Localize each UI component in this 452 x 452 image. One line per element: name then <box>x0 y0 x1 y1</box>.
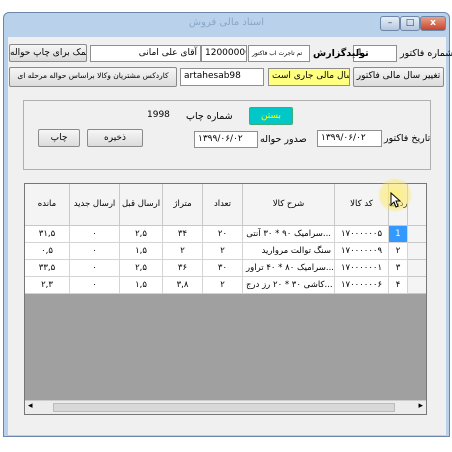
table-cell[interactable]: سرامیک ۸۰ * ۴۰ تراور... <box>243 260 335 277</box>
column-header-area[interactable]: متراژ <box>163 184 203 226</box>
issue-voucher-label: صدور حواله <box>260 134 307 145</box>
producer-label: تولیدگزارش <box>313 48 369 59</box>
table-cell[interactable]: ۱۷۰۰۰۰۰۰۶ <box>335 277 389 294</box>
table-cell[interactable]: ۲۰ <box>203 226 243 243</box>
horizontal-scrollbar[interactable]: ◂ ▸ <box>25 400 426 414</box>
table-cell[interactable]: ۳۶ <box>163 260 203 277</box>
invoice-details-panel: بستن شماره چاپ 1998 ذخیره چاپ تاریخ فاکت… <box>23 100 431 170</box>
current-year-status: سال مالی جاری است <box>268 68 350 86</box>
table-cell[interactable]: ۴ <box>389 277 408 294</box>
mouse-pointer-icon <box>390 192 402 208</box>
table-cell[interactable]: ۳۴ <box>163 226 203 243</box>
table-cell[interactable]: ۱۷۰۰۰۰۰۰۵ <box>335 226 389 243</box>
close-window-button[interactable]: x <box>420 16 446 31</box>
customer-cardex-button[interactable]: کاردکس مشتریان وکالا براساس حواله مرحله … <box>9 67 177 87</box>
row-selector[interactable] <box>408 260 426 277</box>
table-cell[interactable]: ۲ <box>163 243 203 260</box>
table-cell[interactable]: 1 <box>389 226 408 243</box>
table-cell[interactable]: ۲ <box>203 277 243 294</box>
issue-date-input[interactable]: ۱۳۹۹/۰۶/۰۲ <box>194 131 258 148</box>
column-header-quantity[interactable]: تعداد <box>203 184 243 226</box>
table-cell[interactable]: ۲,۳ <box>25 277 70 294</box>
table-cell[interactable]: ۰ <box>70 226 120 243</box>
minimize-button[interactable]: – <box>380 16 400 31</box>
table-cell[interactable]: ۲ <box>389 243 408 260</box>
table-cell[interactable]: ۰,۵ <box>25 243 70 260</box>
customer-code-input[interactable]: 120000001 <box>201 45 247 62</box>
invoice-date-label: تاریخ فاکتور <box>384 133 431 144</box>
table-cell[interactable]: ۱۷۰۰۰۰۰۰۹ <box>335 243 389 260</box>
row-selector[interactable] <box>408 243 426 260</box>
scroll-left-arrow-icon[interactable]: ◂ <box>28 401 33 411</box>
app-window: اسناد مالی فروش – □ x شماره فاکتور 1 تول… <box>3 12 452 437</box>
invoice-date-input[interactable]: ۱۳۹۹/۰۶/۰۲ <box>317 130 382 147</box>
save-button[interactable]: ذخیره <box>87 129 143 147</box>
table-cell[interactable]: ۳,۸ <box>163 277 203 294</box>
form-client-area: شماره فاکتور 1 تولیدگزارش تم تاجرت اب فا… <box>8 37 452 435</box>
table-cell[interactable]: ۳۳,۵ <box>25 260 70 277</box>
close-form-button[interactable]: بستن <box>249 107 293 125</box>
row-selector[interactable] <box>408 277 426 294</box>
column-header-remaining[interactable]: مانده <box>25 184 70 226</box>
table-cell[interactable]: ۱۷۰۰۰۰۰۰۱ <box>335 260 389 277</box>
print-number-value: 1998 <box>144 108 182 125</box>
title-bar: اسناد مالی فروش – □ x <box>4 13 449 35</box>
maximize-button[interactable]: □ <box>400 16 420 31</box>
table-cell[interactable]: ۱,۵ <box>120 277 163 294</box>
table-cell[interactable]: ۳ <box>389 260 408 277</box>
print-button[interactable]: چاپ <box>38 129 80 147</box>
producer-note-input[interactable]: تم تاجرت اب فاکتور <box>248 45 310 62</box>
table-cell[interactable]: ۳۰ <box>203 260 243 277</box>
table-cell[interactable]: ۰ <box>70 243 120 260</box>
customer-name-input[interactable]: آقای علی امانی <box>90 45 201 62</box>
column-header-sent-new[interactable]: ارسال جدید <box>70 184 120 226</box>
scroll-right-arrow-icon[interactable]: ▸ <box>418 401 423 411</box>
table-cell[interactable]: سرامیک ۹۰ * ۳۰ آنتی... <box>243 226 335 243</box>
scrollbar-thumb[interactable] <box>53 403 395 412</box>
column-header-description[interactable]: شرح کالا <box>243 184 335 226</box>
table-cell[interactable]: ۲ <box>203 243 243 260</box>
table-cell[interactable]: ۲,۵ <box>120 260 163 277</box>
table-cell[interactable]: ۰ <box>70 277 120 294</box>
table-cell[interactable]: کاشی ۳۰ * ۲۰ رز درج... <box>243 277 335 294</box>
row-selector[interactable] <box>408 226 426 243</box>
user-input[interactable]: artahesab98 <box>180 68 264 86</box>
table-cell[interactable]: ۳۱,۵ <box>25 226 70 243</box>
table-cell[interactable]: ۱,۵ <box>120 243 163 260</box>
change-fiscal-year-button[interactable]: تغییر سال مالی فاکتور <box>353 67 444 87</box>
table-cell[interactable]: ۲,۵ <box>120 226 163 243</box>
print-voucher-help-button[interactable]: کمک برای چاپ حواله <box>9 44 87 62</box>
table-cell[interactable]: سنگ توالت مروارید <box>243 243 335 260</box>
print-number-label: شماره چاپ <box>186 111 233 122</box>
items-grid: ردیف کد کالا شرح کالا تعداد متراژ ارسال … <box>24 183 427 415</box>
column-header-sent-before[interactable]: ارسال قبل <box>120 184 163 226</box>
invoice-number-label: شماره فاکتور <box>400 48 452 59</box>
table-cell[interactable]: ۰ <box>70 260 120 277</box>
